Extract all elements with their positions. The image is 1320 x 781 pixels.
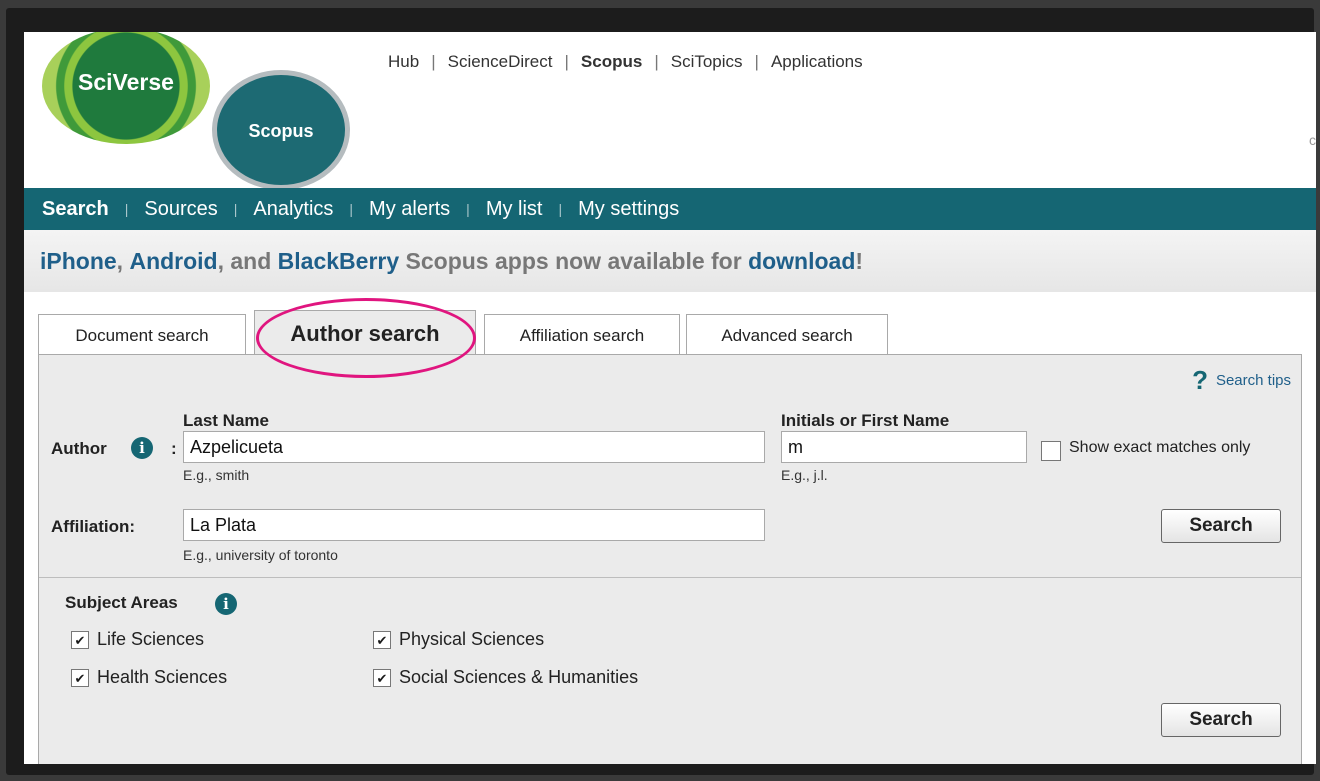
search-button-bottom[interactable]: Search — [1161, 703, 1281, 737]
nav-my-settings[interactable]: My settings — [578, 198, 679, 221]
top-link-separator: | — [654, 52, 659, 71]
info-icon[interactable]: i — [215, 593, 237, 615]
exact-matches-checkbox[interactable] — [1041, 441, 1061, 461]
tab-advanced-search[interactable]: Advanced search — [686, 314, 888, 356]
scopus-logo[interactable]: Scopus — [212, 70, 350, 190]
panel-divider — [39, 577, 1301, 578]
author-search-panel: ? Search tips Last Name Initials or Firs… — [38, 354, 1302, 764]
first-name-hint: E.g., j.l. — [781, 467, 828, 483]
tab-document-search[interactable]: Document search — [38, 314, 246, 356]
scopus-page: SciVerse Scopus Hub | ScienceDirect | Sc… — [24, 32, 1316, 764]
nav-search[interactable]: Search — [42, 198, 109, 221]
last-name-hint: E.g., smith — [183, 467, 250, 483]
banner-android-link[interactable]: Android — [129, 248, 217, 275]
edge-cut-text: c — [1309, 132, 1316, 148]
last-name-input[interactable]: Azpelicueta — [183, 431, 765, 463]
banner-text: , — [116, 247, 130, 274]
tab-affiliation-search[interactable]: Affiliation search — [484, 314, 680, 356]
affiliation-hint: E.g., university of toronto — [183, 547, 338, 563]
top-link-sciencedirect[interactable]: ScienceDirect — [448, 52, 553, 72]
banner-text: , and — [217, 247, 278, 274]
scopus-logo-text: Scopus — [248, 120, 314, 141]
first-name-input[interactable]: m — [781, 431, 1027, 463]
banner-iphone-link[interactable]: iPhone — [40, 248, 117, 275]
nav-separator: | — [349, 201, 354, 217]
physical-sciences-checkbox[interactable]: ✔ — [373, 631, 391, 649]
nav-analytics[interactable]: Analytics — [253, 198, 333, 221]
checkmark-icon: ✔ — [74, 632, 86, 648]
question-icon: ? — [1192, 365, 1208, 395]
nav-separator: | — [466, 201, 470, 217]
nav-sources[interactable]: Sources — [144, 198, 217, 221]
banner-blackberry-link[interactable]: BlackBerry — [278, 248, 399, 275]
nav-my-list[interactable]: My list — [486, 198, 543, 221]
last-name-label: Last Name — [183, 411, 269, 430]
life-sciences-checkbox[interactable]: ✔ — [71, 631, 89, 649]
top-link-separator: | — [754, 52, 759, 71]
author-label: Author — [51, 439, 107, 458]
top-link-scopus[interactable]: Scopus — [581, 52, 642, 72]
nav-my-alerts[interactable]: My alerts — [369, 198, 450, 221]
top-link-hub[interactable]: Hub — [388, 52, 419, 72]
top-links: Hub | ScienceDirect | Scopus | SciTopics… — [388, 52, 863, 72]
tab-author-search[interactable]: Author search — [254, 310, 476, 356]
search-button[interactable]: Search — [1161, 509, 1281, 543]
top-link-separator: | — [564, 52, 569, 71]
top-link-applications[interactable]: Applications — [771, 52, 863, 72]
exact-matches-label: Show exact matches only — [1069, 439, 1251, 456]
sciverse-logo-text: SciVerse — [78, 68, 174, 95]
checkmark-icon: ✔ — [376, 670, 388, 686]
banner-text: ! — [855, 247, 864, 274]
affiliation-label: Affiliation: — [51, 517, 136, 536]
search-tips-label: Search tips — [1215, 371, 1291, 389]
nav-separator: | — [558, 201, 563, 217]
info-icon[interactable]: i — [131, 437, 153, 459]
life-sciences-label: Life Sciences — [97, 629, 205, 649]
health-sciences-label: Health Sciences — [97, 667, 228, 687]
health-sciences-checkbox[interactable]: ✔ — [71, 669, 89, 687]
checkmark-icon: ✔ — [376, 632, 388, 648]
top-link-scitopics[interactable]: SciTopics — [671, 52, 743, 72]
sciverse-logo[interactable]: SciVerse — [42, 32, 210, 144]
nav-separator: | — [233, 201, 238, 217]
subject-areas-title: Subject Areas — [65, 593, 178, 612]
checkmark-icon: ✔ — [74, 670, 86, 686]
banner-text: Scopus apps now available for — [399, 247, 749, 274]
nav-separator: | — [124, 201, 129, 217]
social-sciences-checkbox[interactable]: ✔ — [373, 669, 391, 687]
search-tips-link[interactable]: ? Search tips — [1192, 367, 1291, 393]
author-colon: : — [171, 439, 177, 458]
banner-download-link[interactable]: download — [748, 248, 855, 275]
physical-sciences-label: Physical Sciences — [399, 629, 545, 649]
affiliation-input[interactable]: La Plata — [183, 509, 765, 541]
top-link-separator: | — [431, 52, 436, 71]
first-name-label: Initials or First Name — [781, 411, 950, 430]
social-sciences-label: Social Sciences & Humanities — [399, 667, 639, 687]
main-nav: Search | Sources | Analytics | My alerts… — [24, 188, 1316, 230]
apps-banner: iPhone, Android, and BlackBerry Scopus a… — [24, 230, 1316, 292]
